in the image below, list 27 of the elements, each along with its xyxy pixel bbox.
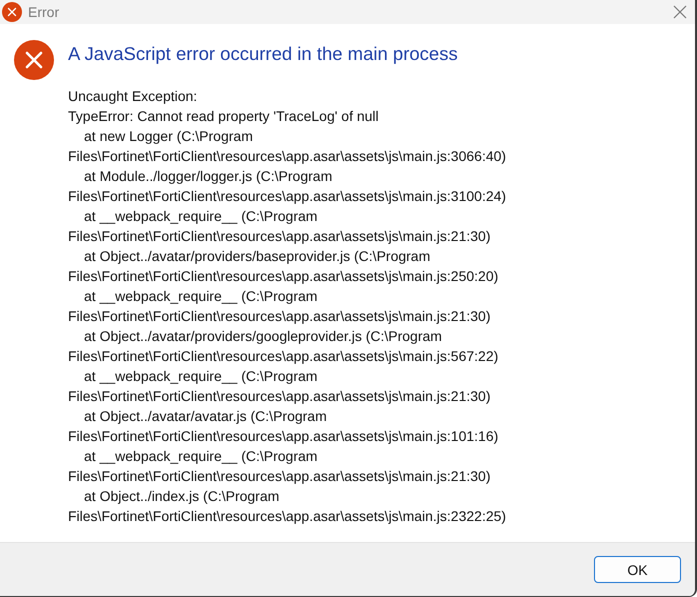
error-icon	[14, 40, 54, 80]
error-text: Files\Fortinet\FortiClient\resources\app.asar\assets\js\main.js:2322:25)	[68, 507, 506, 526]
stack-frame-text: at __webpack_require__ (C:\Program	[83, 447, 318, 466]
stack-frame-text: at __webpack_require__ (C:\Program	[83, 287, 318, 306]
close-icon[interactable]	[673, 5, 687, 19]
error-heading: A JavaScript error occurred in the main process	[68, 42, 459, 66]
window-title: Error	[28, 4, 60, 20]
error-text: Files\Fortinet\FortiClient\resources\app.asar\assets\js\main.js:3100:24)	[68, 187, 506, 206]
error-text: Files\Fortinet\FortiClient\resources\app.asar\assets\js\main.js:250:20)	[68, 267, 500, 286]
error-text: Files\Fortinet\FortiClient\resources\app.asar\assets\js\main.js:21:30)	[68, 387, 492, 406]
error-text: Files\Fortinet\FortiClient\resources\app.asar\assets\js\main.js:21:30)	[68, 227, 492, 246]
stack-frame-text: at Object../avatar/providers/baseprovider.js (C:\Program	[83, 247, 432, 266]
error-text: TypeError: Cannot read property 'TraceLog' of null	[68, 107, 380, 126]
stack-frame-text: at Module../logger/logger.js (C:\Program	[83, 167, 334, 186]
stack-frame-text: at Object../index.js (C:\Program	[83, 487, 280, 506]
error-text: Files\Fortinet\FortiClient\resources\app.asar\assets\js\main.js:3066:40)	[68, 147, 506, 166]
stack-frame-text: at new Logger (C:\Program	[83, 127, 254, 146]
error-text: Uncaught Exception:	[68, 87, 198, 106]
error-text: Files\Fortinet\FortiClient\resources\app.asar\assets\js\main.js:21:30)	[68, 467, 492, 486]
stack-frame-text: at __webpack_require__ (C:\Program	[83, 207, 318, 226]
stack-frame-text: at Object../avatar/providers/googleprovider.js (C:\Program	[83, 327, 443, 346]
error-text: Files\Fortinet\FortiClient\resources\app.asar\assets\js\main.js:567:22)	[68, 347, 500, 366]
stack-frame-text: at __webpack_require__ (C:\Program	[83, 367, 318, 386]
ok-button[interactable]: OK	[594, 556, 681, 583]
stack-frame-text: at Object../avatar/avatar.js (C:\Program	[83, 407, 328, 426]
error-text: Files\Fortinet\FortiClient\resources\app.asar\assets\js\main.js:101:16)	[68, 427, 500, 446]
error-text: Files\Fortinet\FortiClient\resources\app.asar\assets\js\main.js:21:30)	[68, 307, 492, 326]
